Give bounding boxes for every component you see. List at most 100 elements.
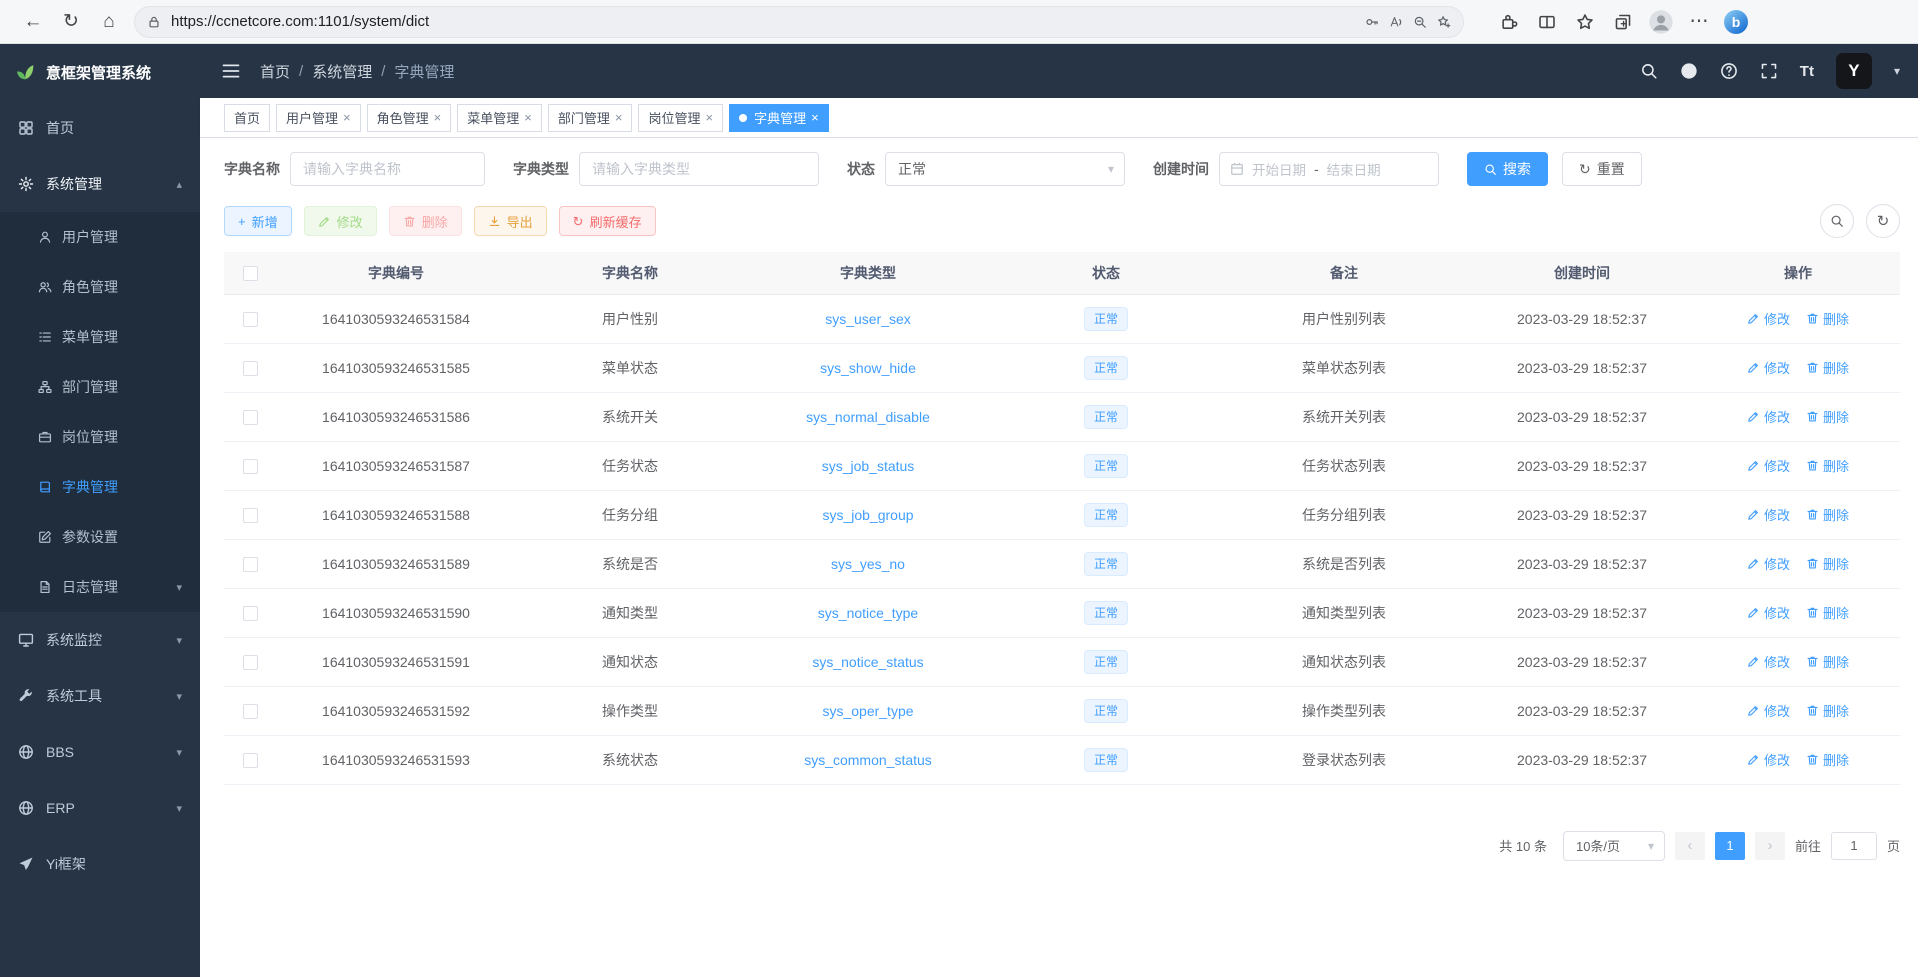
row-edit-button[interactable]: 修改 [1747, 603, 1790, 622]
close-icon[interactable]: × [434, 110, 442, 125]
breadcrumb-item-system[interactable]: 系统管理 [312, 61, 372, 82]
row-checkbox[interactable] [243, 410, 258, 425]
user-menu-caret-icon[interactable]: ▾ [1894, 64, 1900, 78]
tab-menu-management[interactable]: 菜单管理× [457, 104, 542, 132]
menu-item-role-management[interactable]: 角色管理 [0, 262, 200, 312]
page-number-button[interactable]: 1 [1715, 832, 1745, 860]
tab-post-management[interactable]: 岗位管理× [638, 104, 723, 132]
dict-type-link[interactable]: sys_normal_disable [806, 409, 930, 425]
collections-button[interactable] [1604, 5, 1642, 39]
browser-refresh-button[interactable]: ↻ [52, 5, 90, 39]
row-checkbox[interactable] [243, 704, 258, 719]
menu-item-system-management[interactable]: 系统管理 ▴ [0, 156, 200, 212]
row-checkbox[interactable] [243, 655, 258, 670]
menu-item-system-monitor[interactable]: 系统监控 ▾ [0, 612, 200, 668]
tab-user-management[interactable]: 用户管理× [276, 104, 361, 132]
header-search-button[interactable] [1640, 62, 1658, 80]
close-icon[interactable]: × [705, 110, 713, 125]
add-button[interactable]: + 新增 [224, 206, 292, 236]
menu-item-bbs[interactable]: BBS ▾ [0, 724, 200, 780]
row-checkbox[interactable] [243, 312, 258, 327]
dict-type-link[interactable]: sys_show_hide [820, 360, 916, 376]
row-edit-button[interactable]: 修改 [1747, 456, 1790, 475]
row-edit-button[interactable]: 修改 [1747, 652, 1790, 671]
read-aloud-icon[interactable] [1389, 15, 1403, 29]
menu-item-user-management[interactable]: 用户管理 [0, 212, 200, 262]
edit-button[interactable]: 修改 [304, 206, 377, 236]
zoom-out-icon[interactable] [1413, 15, 1427, 29]
row-edit-button[interactable]: 修改 [1747, 309, 1790, 328]
reset-button[interactable]: ↻ 重置 [1562, 152, 1642, 186]
export-button[interactable]: 导出 [474, 206, 547, 236]
menu-item-dept-management[interactable]: 部门管理 [0, 362, 200, 412]
row-checkbox[interactable] [243, 459, 258, 474]
goto-page-input[interactable] [1831, 832, 1877, 860]
dict-type-link[interactable]: sys_user_sex [825, 311, 911, 327]
row-checkbox[interactable] [243, 557, 258, 572]
close-icon[interactable]: × [343, 110, 351, 125]
row-checkbox[interactable] [243, 606, 258, 621]
row-edit-button[interactable]: 修改 [1747, 701, 1790, 720]
menu-item-log-management[interactable]: 日志管理 ▾ [0, 562, 200, 612]
split-screen-button[interactable] [1528, 5, 1566, 39]
tab-role-management[interactable]: 角色管理× [367, 104, 452, 132]
breadcrumb-item-home[interactable]: 首页 [260, 61, 290, 82]
dict-type-link[interactable]: sys_job_status [822, 458, 915, 474]
dict-type-link[interactable]: sys_job_group [822, 507, 913, 523]
menu-item-system-tools[interactable]: 系统工具 ▾ [0, 668, 200, 724]
fullscreen-button[interactable] [1760, 62, 1778, 80]
sidebar-toggle-button[interactable] [214, 54, 248, 88]
menu-item-erp[interactable]: ERP ▾ [0, 780, 200, 836]
settings-more-button[interactable]: ⋯ [1680, 5, 1718, 39]
password-key-icon[interactable] [1365, 15, 1379, 29]
menu-item-dict-management[interactable]: 字典管理 [0, 462, 200, 512]
page-size-select[interactable]: 10条/页 ▾ [1563, 831, 1665, 861]
row-delete-button[interactable]: 删除 [1806, 554, 1849, 573]
extensions-button[interactable] [1490, 5, 1528, 39]
row-checkbox[interactable] [243, 508, 258, 523]
browser-home-button[interactable]: ⌂ [90, 5, 128, 39]
row-delete-button[interactable]: 删除 [1806, 407, 1849, 426]
browser-back-button[interactable]: ← [14, 5, 52, 39]
row-checkbox[interactable] [243, 753, 258, 768]
prev-page-button[interactable]: ‹ [1675, 832, 1705, 860]
profile-avatar[interactable] [1642, 5, 1680, 39]
toggle-search-button[interactable] [1820, 204, 1854, 238]
row-edit-button[interactable]: 修改 [1747, 554, 1790, 573]
tab-home[interactable]: 首页 [224, 104, 270, 132]
menu-item-menu-management[interactable]: 菜单管理 [0, 312, 200, 362]
dict-name-input[interactable] [290, 152, 485, 186]
menu-item-config-settings[interactable]: 参数设置 [0, 512, 200, 562]
github-button[interactable] [1680, 62, 1698, 80]
dict-type-link[interactable]: sys_yes_no [831, 556, 905, 572]
close-icon[interactable]: × [811, 110, 819, 125]
table-refresh-button[interactable]: ↻ [1866, 204, 1900, 238]
bing-icon[interactable]: b [1724, 10, 1748, 34]
dict-type-link[interactable]: sys_notice_type [818, 605, 918, 621]
address-bar[interactable]: https://ccnetcore.com:1101/system/dict [134, 6, 1464, 38]
delete-button[interactable]: 删除 [389, 206, 462, 236]
close-icon[interactable]: × [524, 110, 532, 125]
row-checkbox[interactable] [243, 361, 258, 376]
date-range-picker[interactable]: 开始日期 - 结束日期 [1219, 152, 1439, 186]
row-edit-button[interactable]: 修改 [1747, 750, 1790, 769]
help-button[interactable] [1720, 62, 1738, 80]
tab-dict-management[interactable]: 字典管理× [729, 104, 829, 132]
app-logo[interactable]: 意框架管理系统 [0, 44, 200, 100]
row-delete-button[interactable]: 删除 [1806, 358, 1849, 377]
row-delete-button[interactable]: 删除 [1806, 505, 1849, 524]
row-delete-button[interactable]: 删除 [1806, 456, 1849, 475]
row-delete-button[interactable]: 删除 [1806, 750, 1849, 769]
row-edit-button[interactable]: 修改 [1747, 407, 1790, 426]
select-all-checkbox[interactable] [243, 266, 258, 281]
dict-type-link[interactable]: sys_notice_status [812, 654, 923, 670]
search-button[interactable]: 搜索 [1467, 152, 1548, 186]
favorites-button[interactable] [1566, 5, 1604, 39]
add-favorite-icon[interactable] [1437, 15, 1451, 29]
dict-type-link[interactable]: sys_common_status [804, 752, 932, 768]
row-edit-button[interactable]: 修改 [1747, 505, 1790, 524]
row-edit-button[interactable]: 修改 [1747, 358, 1790, 377]
site-info-lock-icon[interactable] [147, 15, 161, 29]
status-select[interactable]: 正常 ▾ [885, 152, 1125, 186]
user-avatar[interactable]: Y [1836, 53, 1872, 89]
